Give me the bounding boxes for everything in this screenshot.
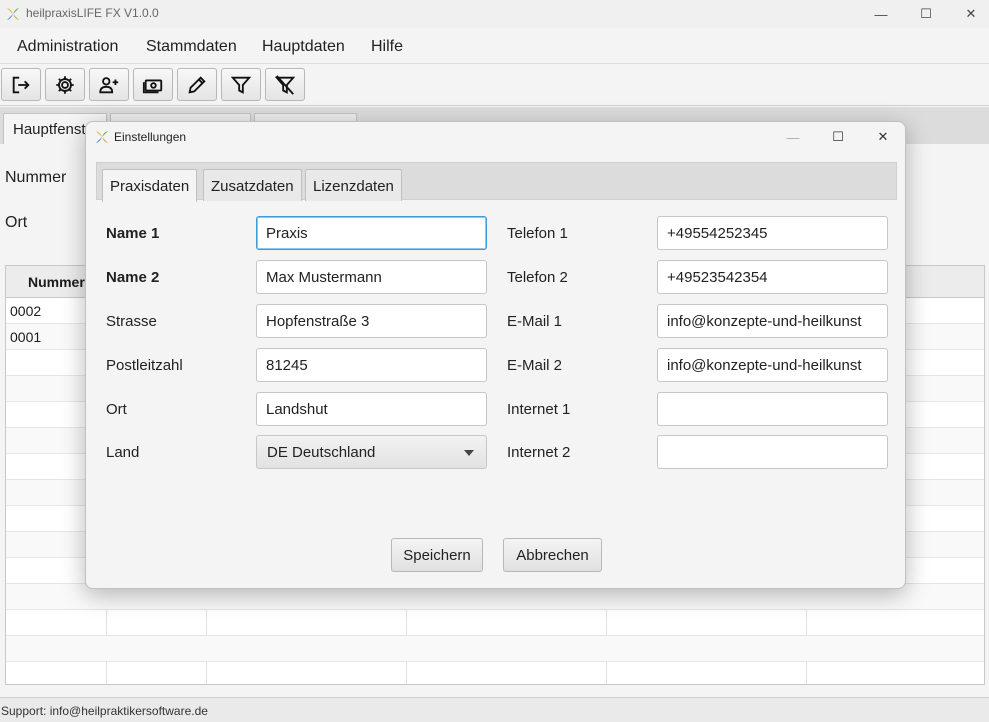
dialog-titlebar[interactable]: Einstellungen — ☐ ✕ xyxy=(86,122,905,152)
label-email1: E-Mail 1 xyxy=(507,313,563,330)
gear-icon xyxy=(56,75,74,94)
table-cell-nummer: 0002 xyxy=(10,303,42,319)
telefon2-input[interactable] xyxy=(657,260,888,294)
name2-input[interactable] xyxy=(256,260,487,294)
telefon1-input[interactable] xyxy=(657,216,888,250)
menu-stammdaten[interactable]: Stammdaten xyxy=(146,38,237,56)
table-row-empty xyxy=(6,662,984,684)
window-title: heilpraxisLIFE FX V1.0.0 xyxy=(26,6,159,20)
clear-filter-icon xyxy=(274,74,296,95)
label-telefon2: Telefon 2 xyxy=(507,269,568,286)
label-land: Land xyxy=(106,444,140,461)
label-ort: Ort xyxy=(106,401,127,418)
table-cell-nummer: 0001 xyxy=(10,329,42,345)
email2-input[interactable] xyxy=(657,348,888,382)
tab-lizenzdaten[interactable]: Lizenzdaten xyxy=(305,169,402,201)
dialog-tabbar: Praxisdaten Zusatzdaten Lizenzdaten xyxy=(96,162,897,202)
label-strasse: Strasse xyxy=(106,313,157,330)
app-logo-icon xyxy=(96,131,108,143)
label-telefon1: Telefon 1 xyxy=(507,225,568,242)
menu-administration[interactable]: Administration xyxy=(17,38,118,56)
label-email2: E-Mail 2 xyxy=(507,357,563,374)
app-logo-icon xyxy=(7,8,19,20)
pencil-icon xyxy=(188,75,206,94)
strasse-input[interactable] xyxy=(256,304,487,338)
settings-dialog: Einstellungen — ☐ ✕ Praxisdaten Zusatzda… xyxy=(85,121,906,589)
label-ort: Ort xyxy=(5,214,28,231)
money-button[interactable] xyxy=(133,68,173,101)
filter-button[interactable] xyxy=(221,68,261,101)
logout-icon xyxy=(12,76,30,93)
land-select-value: DE Deutschland xyxy=(267,444,376,461)
add-user-icon xyxy=(99,76,119,93)
menubar: Administration Stammdaten Hauptdaten Hil… xyxy=(0,29,989,64)
postleitzahl-input[interactable] xyxy=(256,348,487,382)
tab-zusatzdaten[interactable]: Zusatzdaten xyxy=(203,169,302,201)
support-text: Support: info@heilpraktikersoftware.de xyxy=(1,704,208,718)
window-maximize-button[interactable]: ☐ xyxy=(903,0,949,28)
save-button[interactable]: Speichern xyxy=(391,538,483,572)
table-row-empty xyxy=(6,636,984,662)
internet1-input[interactable] xyxy=(657,392,888,426)
edit-button[interactable] xyxy=(177,68,217,101)
tab-praxisdaten[interactable]: Praxisdaten xyxy=(102,169,198,202)
label-nummer: Nummer xyxy=(5,169,67,186)
dialog-title: Einstellungen xyxy=(114,130,187,144)
label-internet1: Internet 1 xyxy=(507,401,571,418)
table-row-empty xyxy=(6,610,984,636)
column-header-nummer[interactable]: Nummer xyxy=(28,274,85,290)
ort-input[interactable] xyxy=(256,392,487,426)
clear-filter-button[interactable] xyxy=(265,68,305,101)
email1-input[interactable] xyxy=(657,304,888,338)
name1-input[interactable] xyxy=(256,216,487,250)
label-name1: Name 1 xyxy=(106,225,160,242)
menu-hauptdaten[interactable]: Hauptdaten xyxy=(262,38,345,56)
label-postleitzahl: Postleitzahl xyxy=(106,357,183,374)
filter-icon xyxy=(230,76,252,94)
toolbar xyxy=(0,65,989,106)
label-internet2: Internet 2 xyxy=(507,444,571,461)
label-name2: Name 2 xyxy=(106,269,160,286)
dialog-maximize-button[interactable]: ☐ xyxy=(816,124,860,150)
chevron-down-icon xyxy=(464,450,474,456)
window-close-button[interactable]: ✕ xyxy=(948,0,989,28)
dialog-minimize-button[interactable]: — xyxy=(771,124,815,150)
statusbar: Support: info@heilpraktikersoftware.de xyxy=(0,697,989,722)
dialog-close-button[interactable]: ✕ xyxy=(861,124,905,150)
money-icon xyxy=(142,79,163,93)
internet2-input[interactable] xyxy=(657,435,888,469)
menu-hilfe[interactable]: Hilfe xyxy=(371,38,403,56)
logout-button[interactable] xyxy=(1,68,41,101)
cancel-button[interactable]: Abbrechen xyxy=(503,538,602,572)
main-titlebar: heilpraxisLIFE FX V1.0.0 — ☐ ✕ xyxy=(0,0,989,28)
window-minimize-button[interactable]: — xyxy=(858,0,904,28)
land-select[interactable]: DE Deutschland xyxy=(256,435,487,469)
settings-button[interactable] xyxy=(45,68,85,101)
add-user-button[interactable] xyxy=(89,68,129,101)
